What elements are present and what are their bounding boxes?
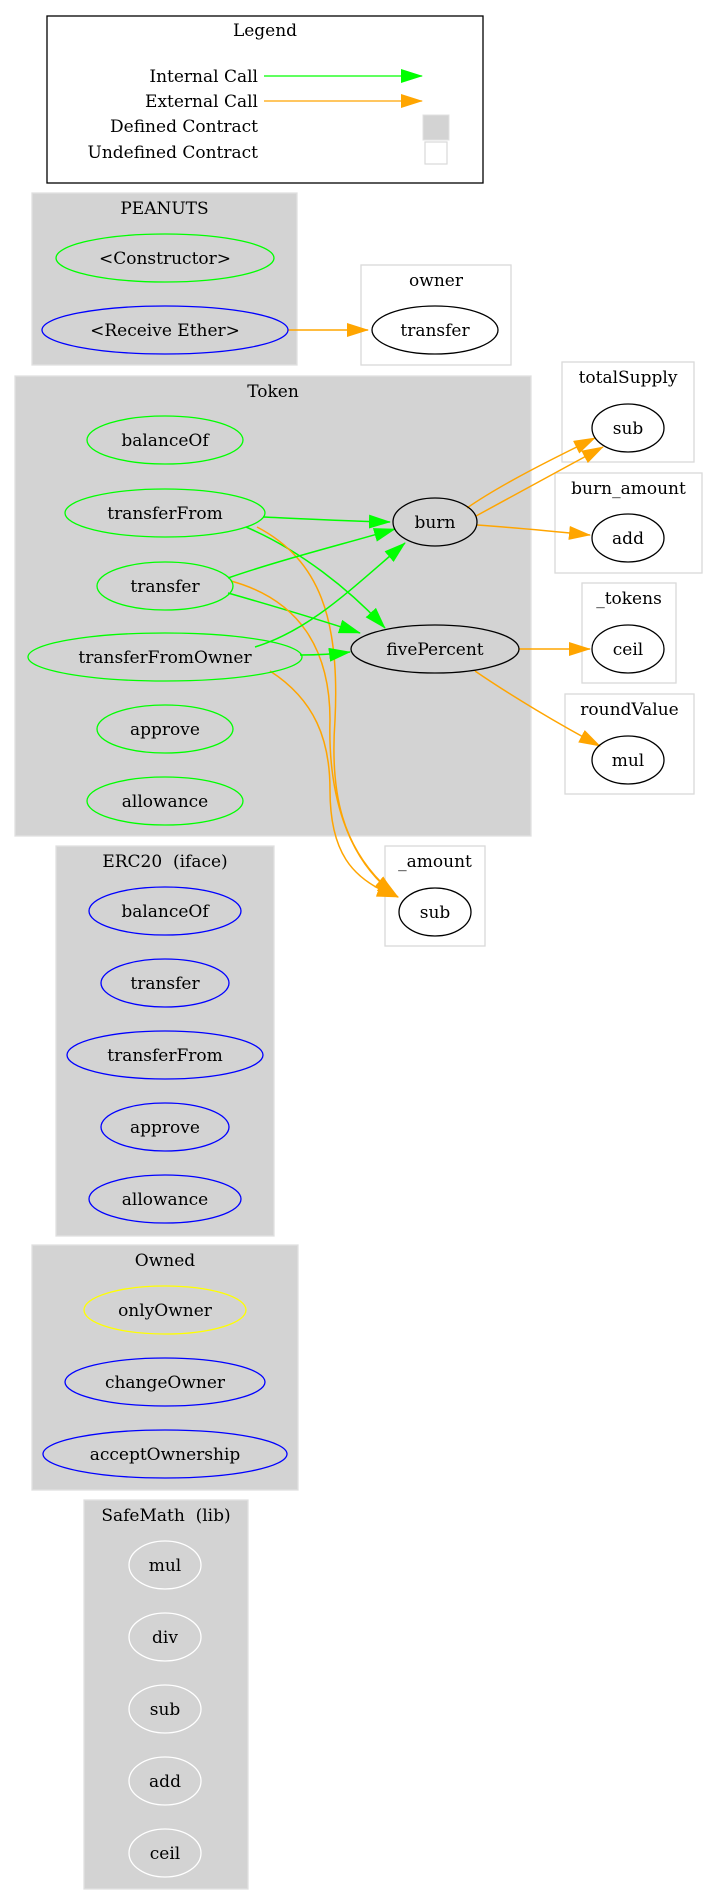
function-node-label: changeOwner bbox=[105, 1373, 226, 1393]
function-node-label: sub bbox=[613, 419, 644, 439]
clusters-layer: PEANUTSownerTokentotalSupplyburn_amount_… bbox=[14, 192, 703, 1890]
function-node-label: transferFromOwner bbox=[78, 648, 252, 668]
call-graph: Legend Internal Call External Call Defin… bbox=[14, 15, 703, 1890]
function-node-label: transferFrom bbox=[107, 1046, 223, 1066]
function-node-label: ceil bbox=[150, 1844, 180, 1864]
cluster-title: roundValue bbox=[580, 700, 678, 720]
legend: Legend Internal Call External Call Defin… bbox=[46, 15, 484, 184]
function-node-label: transferFrom bbox=[107, 504, 223, 524]
cluster-title: Owned bbox=[135, 1251, 195, 1271]
cluster-roundvalue: roundValue bbox=[564, 693, 695, 795]
cluster-title: PEANUTS bbox=[120, 199, 208, 219]
cluster-title: _amount bbox=[398, 852, 472, 872]
legend-external-call-label: External Call bbox=[145, 92, 258, 112]
legend-title: Legend bbox=[233, 21, 297, 41]
legend-internal-call-label: Internal Call bbox=[149, 67, 258, 87]
function-node-label: sub bbox=[420, 903, 451, 923]
function-node-label: add bbox=[612, 529, 644, 549]
legend-undefined-contract-label: Undefined Contract bbox=[88, 143, 259, 163]
function-node-label: allowance bbox=[122, 792, 208, 812]
function-node-label: div bbox=[152, 1628, 178, 1648]
function-node-label: balanceOf bbox=[121, 902, 210, 922]
function-node-label: <Receive Ether> bbox=[90, 321, 240, 341]
cluster-tokens: _tokens bbox=[581, 582, 677, 684]
cluster-title: owner bbox=[409, 271, 464, 291]
function-node-label: transfer bbox=[400, 321, 470, 341]
cluster-title: totalSupply bbox=[579, 368, 678, 388]
function-node-label: mul bbox=[149, 1556, 182, 1576]
function-node-label: mul bbox=[612, 751, 645, 771]
function-node-label: allowance bbox=[122, 1190, 208, 1210]
function-node-label: onlyOwner bbox=[118, 1301, 213, 1321]
legend-undefined-contract-swatch bbox=[424, 141, 448, 165]
function-node-label: approve bbox=[130, 720, 200, 740]
function-node-label: transfer bbox=[130, 577, 200, 597]
cluster-totalsupply: totalSupply bbox=[561, 361, 695, 463]
function-node-label: approve bbox=[130, 1118, 200, 1138]
function-node-label: burn bbox=[415, 513, 456, 533]
cluster-title: burn_amount bbox=[571, 479, 686, 499]
cluster-amount: _amount bbox=[384, 845, 486, 947]
function-node-label: transfer bbox=[130, 974, 200, 994]
legend-defined-contract-label: Defined Contract bbox=[110, 117, 258, 137]
cluster-burn_amount: burn_amount bbox=[554, 472, 703, 574]
function-node-label: <Constructor> bbox=[99, 249, 231, 269]
function-node-label: sub bbox=[150, 1700, 181, 1720]
cluster-title: SafeMath (lib) bbox=[101, 1506, 230, 1526]
cluster-title: Token bbox=[247, 382, 299, 402]
function-node-label: add bbox=[149, 1772, 181, 1792]
cluster-title: _tokens bbox=[596, 589, 662, 609]
function-node-label: fivePercent bbox=[386, 640, 483, 660]
cluster-owner: owner bbox=[360, 264, 512, 366]
function-node-label: balanceOf bbox=[121, 431, 210, 451]
function-node-label: acceptOwnership bbox=[90, 1445, 241, 1465]
legend-defined-contract-swatch bbox=[422, 114, 450, 141]
function-node-label: ceil bbox=[613, 640, 643, 660]
cluster-title: ERC20 (iface) bbox=[102, 852, 227, 872]
